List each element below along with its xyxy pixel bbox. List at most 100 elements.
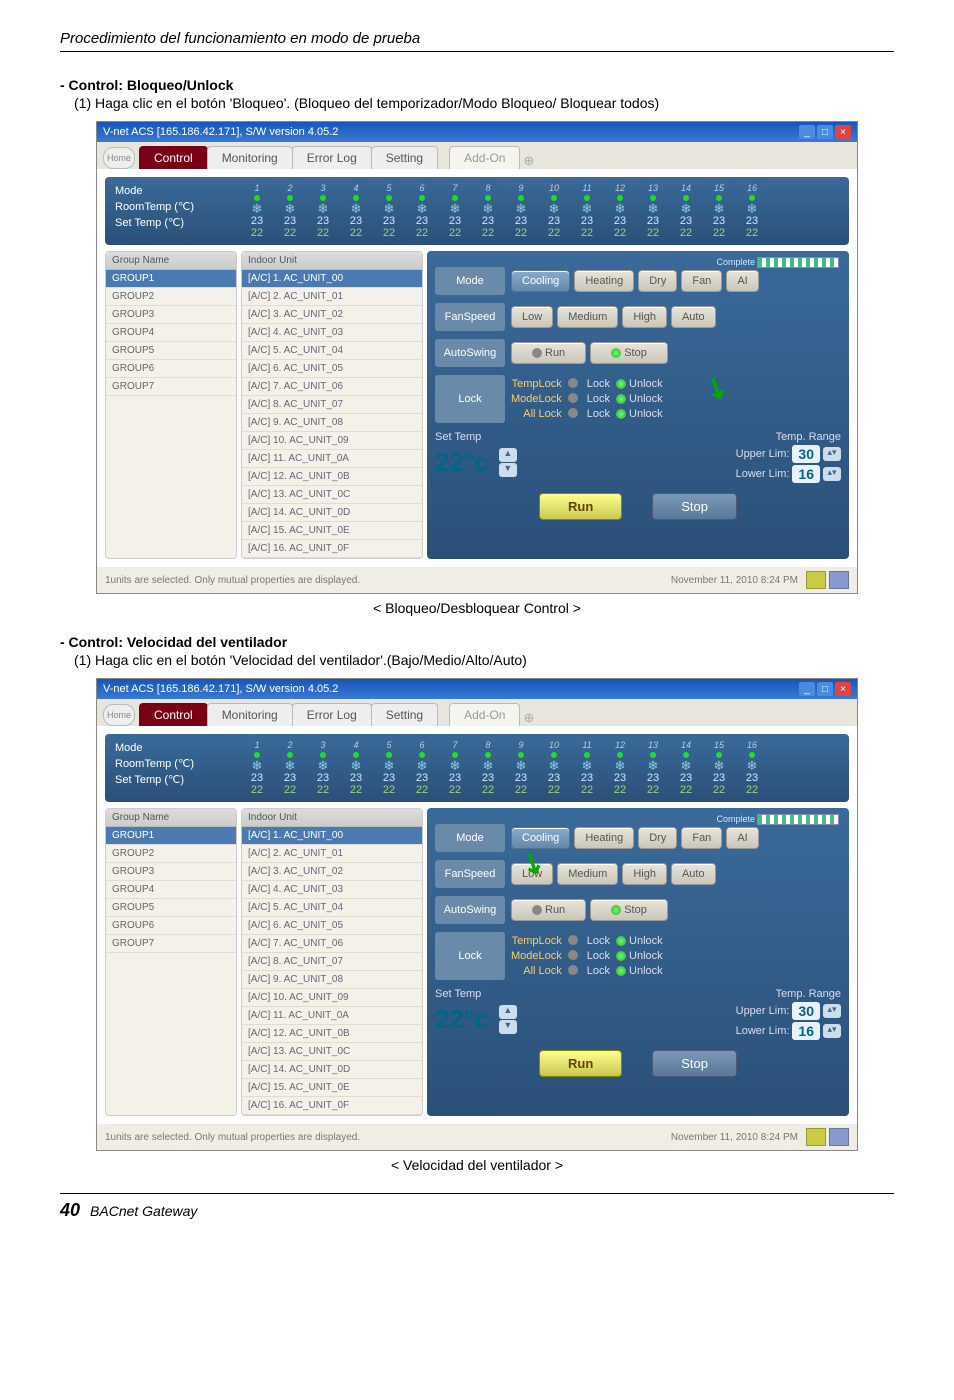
- close-icon[interactable]: ×: [835, 125, 851, 139]
- mode-heating[interactable]: Heating: [574, 827, 634, 849]
- templock-unlock[interactable]: Unlock: [629, 935, 663, 947]
- maximize-icon[interactable]: □: [817, 125, 833, 139]
- list-item[interactable]: [A/C] 3. AC_UNIT_02: [242, 306, 422, 324]
- temp-down-button[interactable]: ▼: [499, 1020, 517, 1034]
- fan-low[interactable]: Low: [511, 306, 553, 328]
- swing-run[interactable]: Run: [511, 899, 586, 921]
- alllock-lock[interactable]: Lock: [587, 965, 610, 977]
- tab-errorlog[interactable]: Error Log: [292, 146, 372, 169]
- templock-lock[interactable]: Lock: [587, 935, 610, 947]
- tab-setting[interactable]: Setting: [371, 146, 438, 169]
- mode-ai[interactable]: AI: [726, 827, 758, 849]
- list-item[interactable]: [A/C] 4. AC_UNIT_03: [242, 881, 422, 899]
- mode-heating[interactable]: Heating: [574, 270, 634, 292]
- list-item[interactable]: [A/C] 7. AC_UNIT_06: [242, 935, 422, 953]
- mode-ai[interactable]: AI: [726, 270, 758, 292]
- fan-low[interactable]: Low: [511, 863, 553, 885]
- upperlim-arrows[interactable]: ▴▾: [823, 1004, 841, 1018]
- list-item[interactable]: [A/C] 8. AC_UNIT_07: [242, 953, 422, 971]
- lowerlim-arrows[interactable]: ▴▾: [823, 467, 841, 481]
- list-item[interactable]: GROUP7: [106, 935, 236, 953]
- add-tab-icon[interactable]: ⊕: [523, 153, 534, 169]
- alllock-unlock[interactable]: Unlock: [629, 408, 663, 420]
- list-item[interactable]: [A/C] 12. AC_UNIT_0B: [242, 468, 422, 486]
- stop-button[interactable]: Stop: [652, 1050, 737, 1077]
- list-item[interactable]: [A/C] 15. AC_UNIT_0E: [242, 1079, 422, 1097]
- minimize-icon[interactable]: _: [799, 125, 815, 139]
- stop-button[interactable]: Stop: [652, 493, 737, 520]
- modelock-unlock[interactable]: Unlock: [629, 393, 663, 405]
- list-item[interactable]: [A/C] 15. AC_UNIT_0E: [242, 522, 422, 540]
- list-item[interactable]: [A/C] 6. AC_UNIT_05: [242, 360, 422, 378]
- maximize-icon[interactable]: □: [817, 682, 833, 696]
- tab-monitoring[interactable]: Monitoring: [207, 703, 293, 726]
- list-item[interactable]: [A/C] 14. AC_UNIT_0D: [242, 1061, 422, 1079]
- home-button[interactable]: Home: [103, 704, 135, 726]
- list-item[interactable]: GROUP5: [106, 342, 236, 360]
- list-item[interactable]: GROUP1: [106, 270, 236, 288]
- list-item[interactable]: GROUP2: [106, 288, 236, 306]
- list-item[interactable]: GROUP4: [106, 324, 236, 342]
- add-tab-icon[interactable]: ⊕: [523, 710, 534, 726]
- list-item[interactable]: [A/C] 10. AC_UNIT_09: [242, 989, 422, 1007]
- list-item[interactable]: [A/C] 13. AC_UNIT_0C: [242, 486, 422, 504]
- mode-fan[interactable]: Fan: [681, 827, 722, 849]
- templock-unlock[interactable]: Unlock: [629, 378, 663, 390]
- modelock-unlock[interactable]: Unlock: [629, 950, 663, 962]
- fan-medium[interactable]: Medium: [557, 863, 618, 885]
- upperlim-arrows[interactable]: ▴▾: [823, 447, 841, 461]
- list-item[interactable]: [A/C] 2. AC_UNIT_01: [242, 288, 422, 306]
- list-item[interactable]: [A/C] 4. AC_UNIT_03: [242, 324, 422, 342]
- list-item[interactable]: GROUP3: [106, 306, 236, 324]
- temp-down-button[interactable]: ▼: [499, 463, 517, 477]
- list-item[interactable]: [A/C] 9. AC_UNIT_08: [242, 414, 422, 432]
- home-button[interactable]: Home: [103, 147, 135, 169]
- list-item[interactable]: GROUP1: [106, 827, 236, 845]
- tab-setting[interactable]: Setting: [371, 703, 438, 726]
- templock-lock[interactable]: Lock: [587, 378, 610, 390]
- tab-monitoring[interactable]: Monitoring: [207, 146, 293, 169]
- tab-control[interactable]: Control: [139, 146, 208, 169]
- swing-run[interactable]: Run: [511, 342, 586, 364]
- temp-up-button[interactable]: ▲: [499, 1005, 517, 1019]
- alllock-unlock[interactable]: Unlock: [629, 965, 663, 977]
- close-icon[interactable]: ×: [835, 682, 851, 696]
- run-button[interactable]: Run: [539, 493, 622, 520]
- list-item[interactable]: [A/C] 6. AC_UNIT_05: [242, 917, 422, 935]
- list-item[interactable]: [A/C] 11. AC_UNIT_0A: [242, 1007, 422, 1025]
- list-item[interactable]: GROUP2: [106, 845, 236, 863]
- fan-high[interactable]: High: [622, 306, 667, 328]
- run-button[interactable]: Run: [539, 1050, 622, 1077]
- swing-stop[interactable]: Stop: [590, 899, 668, 921]
- mode-dry[interactable]: Dry: [638, 270, 677, 292]
- fan-auto[interactable]: Auto: [671, 863, 716, 885]
- tab-errorlog[interactable]: Error Log: [292, 703, 372, 726]
- modelock-lock[interactable]: Lock: [587, 950, 610, 962]
- list-item[interactable]: [A/C] 14. AC_UNIT_0D: [242, 504, 422, 522]
- list-item[interactable]: [A/C] 12. AC_UNIT_0B: [242, 1025, 422, 1043]
- modelock-lock[interactable]: Lock: [587, 393, 610, 405]
- swing-stop[interactable]: Stop: [590, 342, 668, 364]
- tab-addon[interactable]: Add-On: [449, 146, 520, 169]
- list-item[interactable]: [A/C] 1. AC_UNIT_00: [242, 270, 422, 288]
- tab-addon[interactable]: Add-On: [449, 703, 520, 726]
- list-item[interactable]: [A/C] 8. AC_UNIT_07: [242, 396, 422, 414]
- list-item[interactable]: [A/C] 13. AC_UNIT_0C: [242, 1043, 422, 1061]
- mode-fan[interactable]: Fan: [681, 270, 722, 292]
- list-item[interactable]: [A/C] 9. AC_UNIT_08: [242, 971, 422, 989]
- lowerlim-arrows[interactable]: ▴▾: [823, 1024, 841, 1038]
- list-item[interactable]: [A/C] 7. AC_UNIT_06: [242, 378, 422, 396]
- minimize-icon[interactable]: _: [799, 682, 815, 696]
- tab-control[interactable]: Control: [139, 703, 208, 726]
- fan-high[interactable]: High: [622, 863, 667, 885]
- list-item[interactable]: [A/C] 2. AC_UNIT_01: [242, 845, 422, 863]
- list-item[interactable]: GROUP3: [106, 863, 236, 881]
- list-item[interactable]: [A/C] 1. AC_UNIT_00: [242, 827, 422, 845]
- list-item[interactable]: [A/C] 5. AC_UNIT_04: [242, 899, 422, 917]
- mode-dry[interactable]: Dry: [638, 827, 677, 849]
- list-item[interactable]: GROUP7: [106, 378, 236, 396]
- list-item[interactable]: [A/C] 10. AC_UNIT_09: [242, 432, 422, 450]
- alllock-lock[interactable]: Lock: [587, 408, 610, 420]
- mode-cooling[interactable]: Cooling: [511, 270, 570, 292]
- temp-up-button[interactable]: ▲: [499, 448, 517, 462]
